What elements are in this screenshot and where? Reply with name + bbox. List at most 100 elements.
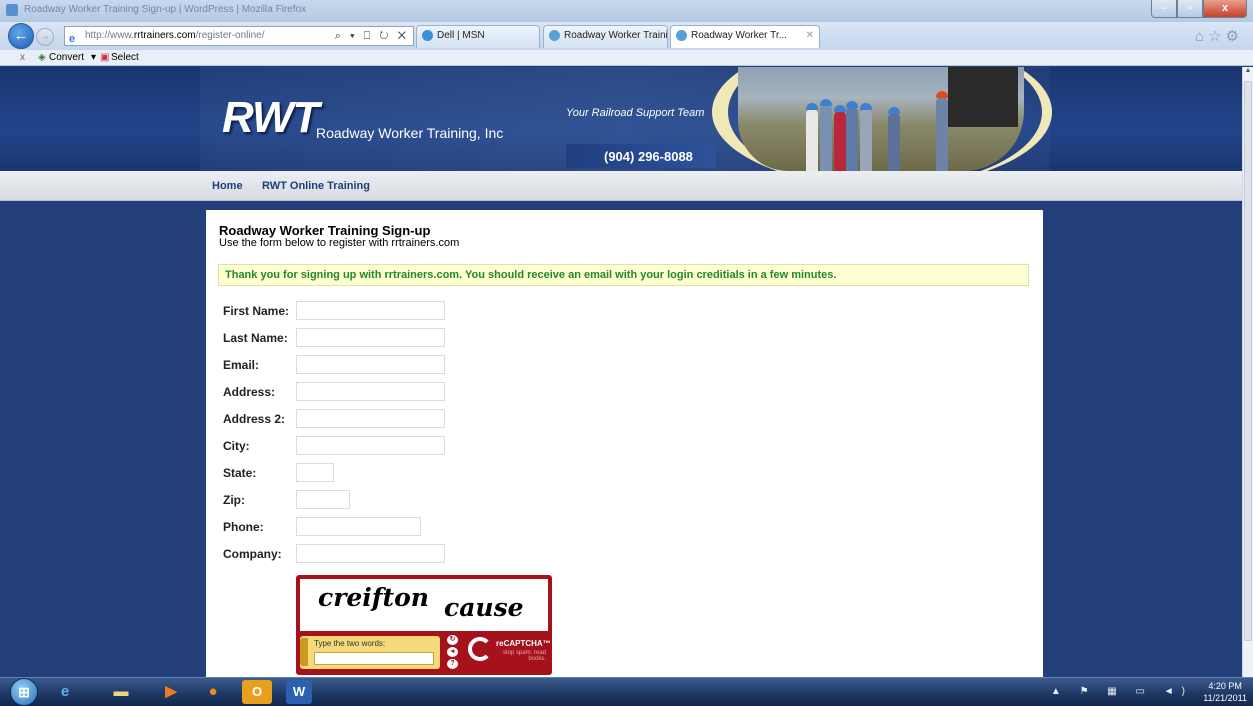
captcha-response-box: Type the two words: bbox=[300, 636, 440, 669]
workers-photo bbox=[738, 67, 1024, 171]
first-name-field[interactable] bbox=[296, 301, 445, 320]
ie-tab-icon bbox=[549, 30, 560, 41]
ie-tab-icon bbox=[676, 30, 687, 41]
captcha-help-icon[interactable]: ? bbox=[447, 659, 458, 669]
minimize-button[interactable]: – bbox=[1151, 0, 1177, 18]
recaptcha-brand-text: reCAPTCHA™ bbox=[496, 639, 551, 648]
menu-home[interactable]: Home bbox=[212, 180, 243, 192]
page-scrollbar[interactable]: ▲ bbox=[1242, 67, 1253, 677]
phone-label: Phone: bbox=[223, 520, 264, 534]
address2-label: Address 2: bbox=[223, 412, 286, 426]
recaptcha-logo: reCAPTCHA™ stop spam. read books. bbox=[468, 637, 551, 667]
address2-field[interactable] bbox=[296, 409, 445, 428]
web-page: RWT Roadway Worker Training, Inc Your Ra… bbox=[0, 67, 1242, 677]
address-bar[interactable]: e http://www.rrtrainers.com/register-onl… bbox=[64, 26, 414, 46]
forward-button[interactable]: → bbox=[36, 28, 54, 46]
last-name-label: Last Name: bbox=[223, 331, 288, 345]
clock-date: 11/21/2011 bbox=[1203, 693, 1247, 703]
forward-arrow-icon: → bbox=[40, 31, 50, 42]
system-tray-icons[interactable]: ▲ ⚑ ▦ ▭ ◄) bbox=[1051, 686, 1193, 697]
back-arrow-icon: ← bbox=[13, 27, 29, 44]
site-banner: RWT Roadway Worker Training, Inc Your Ra… bbox=[0, 67, 1242, 187]
convert-dropdown-icon[interactable]: ▾ bbox=[91, 50, 96, 65]
tab-close-icon[interactable]: ✕ bbox=[806, 26, 814, 46]
captcha-arrow-icon bbox=[300, 638, 308, 666]
media-player-icon[interactable]: ▶ bbox=[158, 680, 184, 704]
explorer-folder-icon[interactable]: ▬ bbox=[108, 680, 134, 704]
window-titlebar: Roadway Worker Training Sign-up | WordPr… bbox=[0, 0, 1253, 22]
tab-dell-msn[interactable]: Dell | MSN bbox=[416, 25, 540, 48]
ie-taskbar-icon[interactable]: e bbox=[52, 680, 78, 704]
close-toolbar-icon[interactable]: x bbox=[20, 50, 25, 65]
windows-logo-icon: ⊞ bbox=[18, 684, 30, 700]
tab-label: Roadway Worker Traini... bbox=[564, 30, 668, 41]
address-field[interactable] bbox=[296, 382, 445, 401]
captcha-image: creifton cause bbox=[300, 579, 548, 631]
address-label: Address: bbox=[223, 385, 276, 399]
recaptcha-widget: creifton cause Type the two words: ↻ ◂ ?… bbox=[296, 575, 552, 675]
outlook-icon[interactable]: O bbox=[242, 680, 272, 704]
firefox-icon[interactable]: ● bbox=[200, 680, 226, 704]
email-field[interactable] bbox=[296, 355, 445, 374]
captcha-prompt: Type the two words: bbox=[314, 639, 386, 648]
site-tagline: Your Railroad Support Team bbox=[566, 107, 705, 119]
captcha-input[interactable] bbox=[314, 652, 434, 665]
select-icon: ▣ bbox=[100, 52, 110, 63]
convert-button[interactable]: Convert bbox=[49, 50, 84, 65]
state-field[interactable] bbox=[296, 463, 334, 482]
state-label: State: bbox=[223, 466, 257, 480]
captcha-word-2: cause bbox=[444, 593, 524, 622]
select-button[interactable]: Select bbox=[111, 50, 139, 65]
address-prefix: http://www. bbox=[85, 30, 134, 41]
menu-online-training[interactable]: RWT Online Training bbox=[262, 180, 370, 192]
address-host: rrtrainers.com bbox=[133, 30, 196, 41]
scroll-thumb[interactable] bbox=[1244, 81, 1252, 641]
site-menu: Home RWT Online Training bbox=[0, 171, 1242, 201]
last-name-field[interactable] bbox=[296, 328, 445, 347]
company-label: Company: bbox=[223, 547, 282, 561]
word-icon[interactable]: W bbox=[286, 680, 312, 704]
first-name-label: First Name: bbox=[223, 304, 290, 318]
city-label: City: bbox=[223, 439, 250, 453]
scroll-up-icon[interactable]: ▲ bbox=[1243, 67, 1253, 79]
phone-field[interactable] bbox=[296, 517, 421, 536]
site-phone: (904) 296-8088 bbox=[604, 149, 693, 164]
windows-taskbar: ⊞ e ▬ ▶ ● O W ▲ ⚑ ▦ ▭ ◄) 4:20 PM 11/21/2… bbox=[0, 677, 1253, 706]
browser-navbar: ← → e http://www.rrtrainers.com/register… bbox=[0, 22, 1253, 50]
window-title: Roadway Worker Training Sign-up | WordPr… bbox=[24, 4, 307, 15]
convert-icon: ◈ bbox=[38, 52, 46, 63]
site-logo[interactable]: RWT bbox=[222, 93, 319, 143]
ie-page-icon: e bbox=[69, 33, 76, 45]
email-label: Email: bbox=[223, 358, 260, 372]
recaptcha-slogan: stop spam. read books. bbox=[502, 650, 546, 662]
success-notice: Thank you for signing up with rrtrainers… bbox=[218, 264, 1029, 286]
taskbar-clock[interactable]: 4:20 PM 11/21/2011 bbox=[1203, 680, 1247, 704]
browser-icon bbox=[6, 4, 18, 16]
city-field[interactable] bbox=[296, 436, 445, 455]
page-subtitle: Use the form below to register with rrtr… bbox=[219, 237, 460, 249]
home-favorites-tools-icons[interactable]: ⌂☆⚙ bbox=[1195, 27, 1243, 45]
captcha-word-1: creifton bbox=[318, 583, 429, 612]
address-controls-icons[interactable]: ⌕ ▾ ⎕ ↻ ✕ bbox=[335, 27, 409, 45]
recaptcha-c-icon bbox=[468, 637, 492, 661]
command-bar: x ◈ Convert ▾ ▣ Select bbox=[0, 50, 1253, 66]
zip-field[interactable] bbox=[296, 490, 350, 509]
signup-panel: Roadway Worker Training Sign-up Use the … bbox=[206, 210, 1043, 677]
tab-roadway-active[interactable]: Roadway Worker Tr... ✕ bbox=[670, 25, 820, 48]
tab-roadway-1[interactable]: Roadway Worker Traini... bbox=[543, 25, 668, 48]
address-path: /register-online/ bbox=[195, 30, 265, 41]
msn-icon bbox=[422, 30, 433, 41]
back-button[interactable]: ← bbox=[8, 23, 34, 49]
maximize-button[interactable]: ▫ bbox=[1177, 0, 1203, 18]
clock-time: 4:20 PM bbox=[1208, 681, 1242, 691]
close-window-button[interactable]: x bbox=[1203, 0, 1247, 18]
site-logo-subtitle: Roadway Worker Training, Inc bbox=[316, 125, 504, 141]
tab-label: Dell | MSN bbox=[437, 30, 485, 41]
captcha-audio-icon[interactable]: ◂ bbox=[447, 647, 458, 657]
page-title: Roadway Worker Training Sign-up bbox=[219, 223, 431, 238]
tab-label: Roadway Worker Tr... bbox=[691, 30, 787, 41]
zip-label: Zip: bbox=[223, 493, 245, 507]
company-field[interactable] bbox=[296, 544, 445, 563]
captcha-reload-icon[interactable]: ↻ bbox=[447, 635, 458, 645]
start-button[interactable]: ⊞ bbox=[10, 678, 38, 706]
